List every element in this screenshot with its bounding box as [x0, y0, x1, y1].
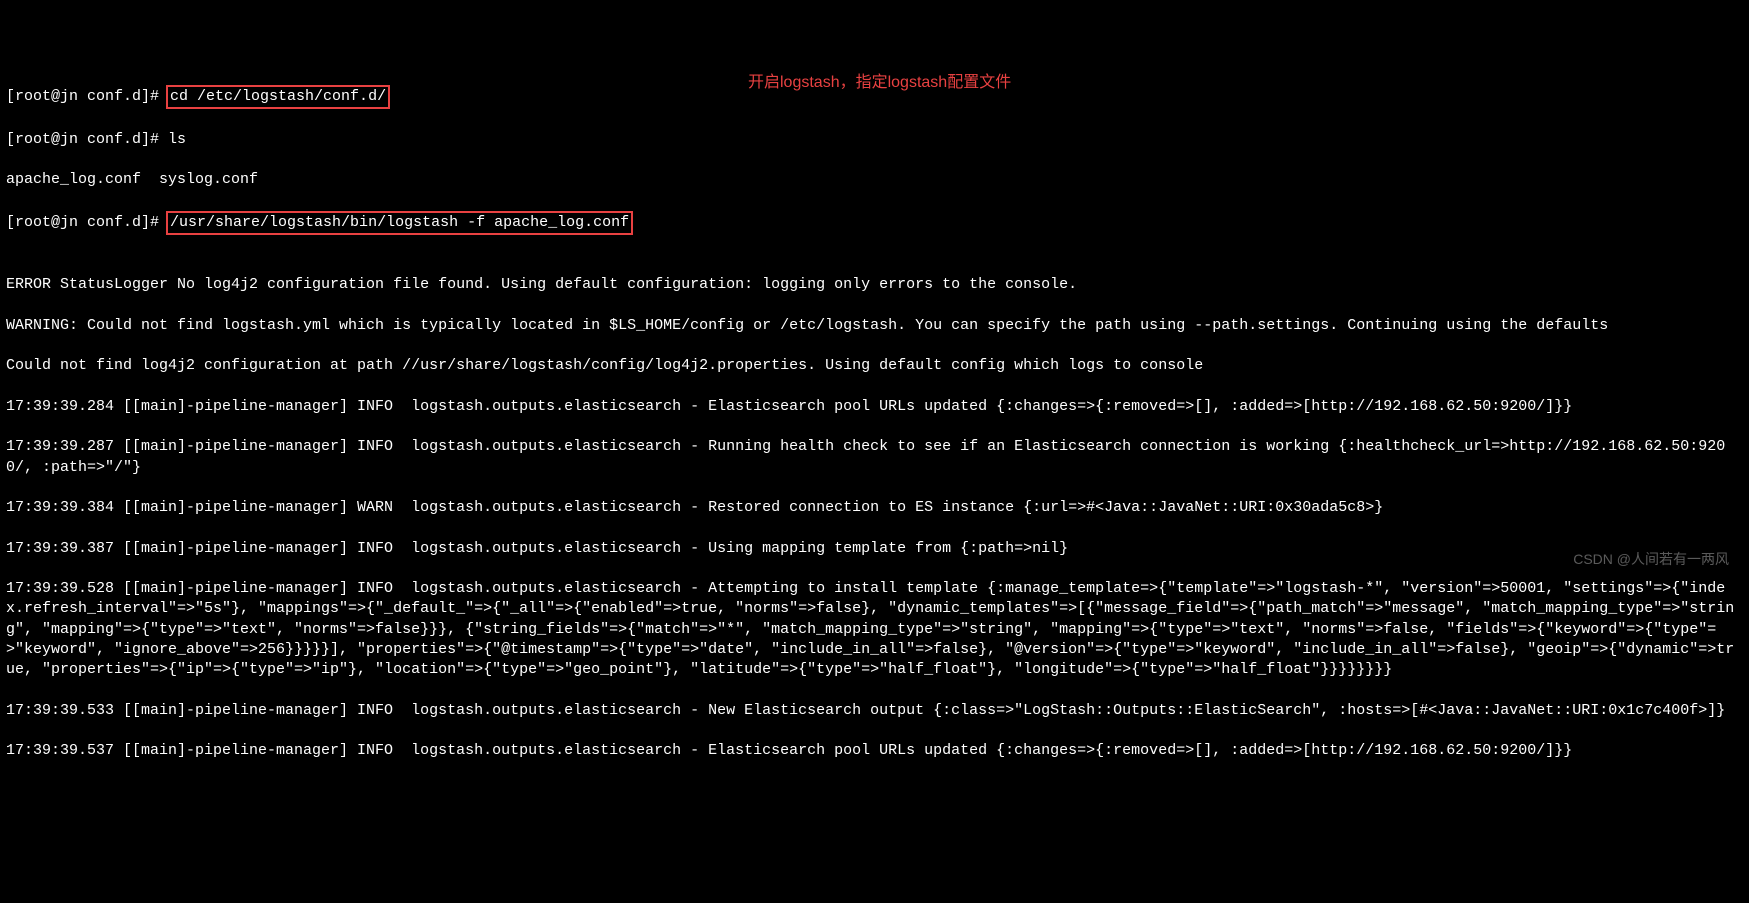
terminal-line: [root@jn conf.d]# /usr/share/logstash/bi…: [6, 211, 1743, 235]
shell-prompt: [root@jn conf.d]#: [6, 214, 168, 231]
log-line-387: 17:39:39.387 [[main]-pipeline-manager] I…: [6, 539, 1743, 559]
command-highlight-cd: cd /etc/logstash/conf.d/: [166, 85, 390, 109]
log-line-warning: WARNING: Could not find logstash.yml whi…: [6, 316, 1743, 336]
annotation-text: 开启logstash，指定logstash配置文件: [748, 72, 1011, 94]
terminal-line: [root@jn conf.d]# ls: [6, 130, 1743, 150]
log-line-384: 17:39:39.384 [[main]-pipeline-manager] W…: [6, 498, 1743, 518]
shell-prompt: [root@jn conf.d]#: [6, 88, 168, 105]
command-highlight-logstash: /usr/share/logstash/bin/logstash -f apac…: [166, 211, 633, 235]
log-line-284: 17:39:39.284 [[main]-pipeline-manager] I…: [6, 397, 1743, 417]
log-line-528: 17:39:39.528 [[main]-pipeline-manager] I…: [6, 579, 1743, 680]
log-line-533: 17:39:39.533 [[main]-pipeline-manager] I…: [6, 701, 1743, 721]
command-ls: ls: [168, 131, 186, 148]
log-line-537: 17:39:39.537 [[main]-pipeline-manager] I…: [6, 741, 1743, 761]
log-line-log4j2: Could not find log4j2 configuration at p…: [6, 356, 1743, 376]
ls-output: apache_log.conf syslog.conf: [6, 170, 1743, 190]
log-line-error: ERROR StatusLogger No log4j2 configurati…: [6, 275, 1743, 295]
log-line-287: 17:39:39.287 [[main]-pipeline-manager] I…: [6, 437, 1743, 478]
shell-prompt: [root@jn conf.d]#: [6, 131, 168, 148]
